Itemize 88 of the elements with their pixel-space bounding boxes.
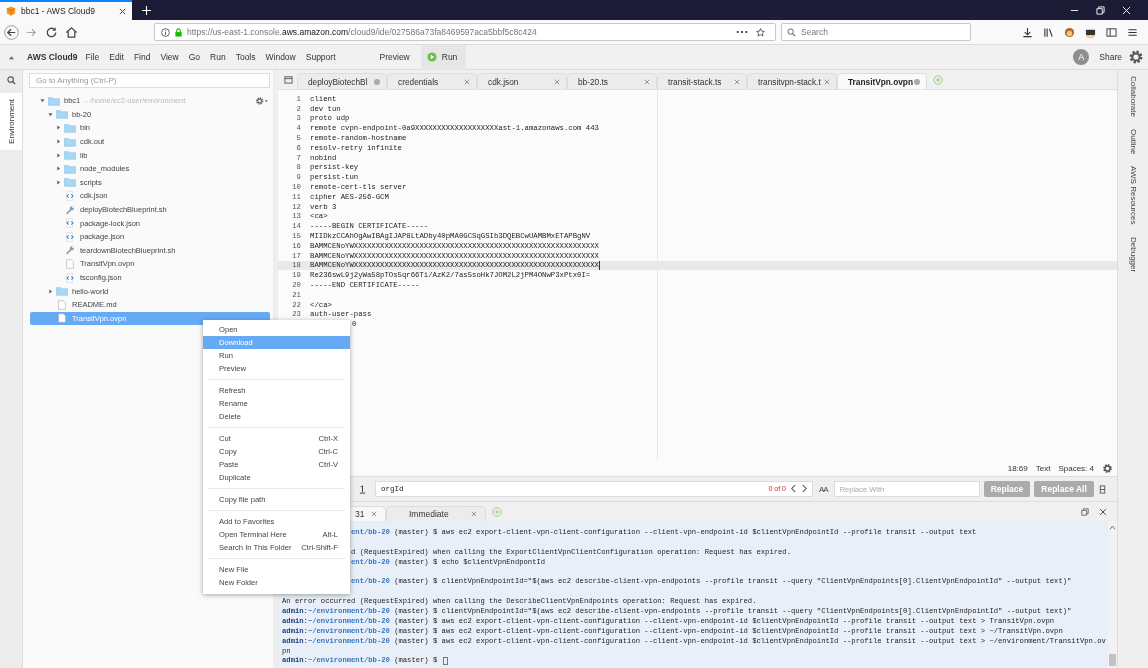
download-icon[interactable] [1022, 26, 1033, 38]
lock-icon [174, 27, 183, 37]
folder-icon [48, 95, 60, 106]
code-file-icon [64, 218, 76, 229]
sidebar-icon[interactable] [1106, 26, 1117, 38]
settings-icon[interactable] [1128, 49, 1144, 65]
file-mode[interactable]: Text [1035, 463, 1051, 473]
home-icon[interactable] [64, 24, 79, 40]
menu-item[interactable]: View [160, 52, 179, 62]
editor-tab[interactable]: transit-stack.ts [657, 73, 747, 89]
file-icon [56, 313, 68, 324]
folder-icon [64, 150, 76, 161]
search-icon[interactable] [6, 76, 16, 85]
previous-icon[interactable] [790, 484, 797, 493]
code-file-icon [64, 231, 76, 242]
new-tab-icon[interactable] [142, 5, 151, 15]
folder-icon [56, 286, 68, 297]
close-icon[interactable] [1099, 507, 1107, 516]
expand-arrow-icon[interactable] [56, 166, 61, 172]
expand-arrow-icon[interactable] [56, 179, 61, 185]
menu-item[interactable]: Go [188, 52, 201, 62]
editor-tab[interactable]: transitvpn-stack.t [747, 73, 837, 89]
wrench-icon [64, 245, 76, 256]
folder-icon [56, 109, 68, 120]
menu-item[interactable]: Tools [235, 52, 256, 62]
settings-icon[interactable] [255, 96, 269, 106]
expand-arrow-icon[interactable] [48, 111, 53, 117]
close-icon[interactable] [119, 7, 126, 15]
panel-toggle-icon[interactable] [1097, 484, 1107, 494]
environment-tab[interactable]: Environment [0, 93, 22, 150]
address-bar[interactable]: https://us-east-1.console.aws.amazon.com/cloud9/ide/027586a73fa8469597aca5bbf5c8c424 [154, 23, 776, 41]
panel-tab[interactable]: Collaborate [1128, 76, 1138, 117]
editor-tab[interactable]: bb-20.ts [567, 73, 657, 89]
editor-tab[interactable]: credentials [387, 73, 477, 89]
tab-list-icon[interactable] [284, 75, 293, 84]
indent-setting[interactable]: Spaces: 4 [1058, 463, 1094, 473]
cursor-position: 18:69 [1007, 463, 1028, 473]
settings-icon[interactable] [1102, 462, 1113, 474]
find-options-icon[interactable] [358, 484, 367, 494]
menu-item[interactable]: Find [133, 52, 151, 62]
code-file-icon [64, 272, 76, 283]
menu-item[interactable]: Run [210, 52, 226, 62]
scroll-thumb[interactable] [1109, 654, 1116, 666]
preview-button[interactable]: Preview [379, 52, 410, 62]
app-title: AWS Cloud9 [27, 52, 78, 62]
editor-tab[interactable]: cdk.json [477, 73, 567, 89]
folder-icon [64, 123, 76, 133]
bookmark-star-icon[interactable] [756, 27, 765, 37]
menu-item[interactable]: Support [305, 52, 336, 62]
expand-arrow-icon[interactable] [56, 139, 61, 145]
code-file-icon [64, 190, 76, 201]
match-case-toggle[interactable]: AA [819, 484, 828, 494]
share-button[interactable]: Share [1099, 52, 1122, 62]
panel-tab[interactable]: Debugger [1128, 236, 1138, 272]
menu-item[interactable]: Edit [109, 52, 124, 62]
panel-tab[interactable]: AWS Resources [1128, 166, 1138, 225]
search-field[interactable]: Search [781, 23, 971, 41]
info-icon[interactable] [161, 27, 170, 37]
next-icon[interactable] [801, 484, 808, 493]
wrench-icon [64, 204, 76, 215]
console-tab[interactable]: Immediate [386, 506, 486, 521]
play-icon [426, 52, 437, 62]
menu-item[interactable]: File [85, 52, 100, 62]
folder-icon [64, 163, 76, 174]
text-cursor [599, 260, 600, 270]
panel-tab[interactable]: Outline [1128, 128, 1138, 155]
browser-tab[interactable]: bbc1 - AWS Cloud9 [0, 0, 132, 20]
expand-arrow-icon[interactable] [48, 288, 53, 294]
expand-arrow-icon[interactable] [56, 125, 61, 131]
menu-item[interactable]: Window [265, 52, 296, 62]
folder-icon [64, 177, 76, 188]
search-icon [787, 27, 796, 37]
collapse-icon[interactable] [8, 54, 15, 60]
scroll-up-icon[interactable] [1109, 525, 1116, 530]
more-icon[interactable] [736, 30, 748, 34]
expand-arrow-icon[interactable] [56, 152, 61, 158]
file-icon [64, 258, 76, 269]
search-field[interactable]: Go to Anything (Ctrl-P) [29, 73, 270, 88]
expand-arrow-icon[interactable] [40, 98, 45, 104]
cube-icon [6, 6, 16, 16]
back-icon[interactable] [4, 24, 19, 40]
scrollbar[interactable] [1108, 521, 1117, 668]
menu-icon[interactable] [1127, 26, 1138, 38]
library-icon[interactable] [1043, 26, 1054, 38]
folder-icon [64, 136, 76, 147]
run-button[interactable]: Run [420, 44, 467, 70]
editor-tab[interactable]: deployBiotechBl [297, 73, 387, 89]
editor-tab[interactable]: TransitVpn.ovpn [837, 73, 927, 89]
